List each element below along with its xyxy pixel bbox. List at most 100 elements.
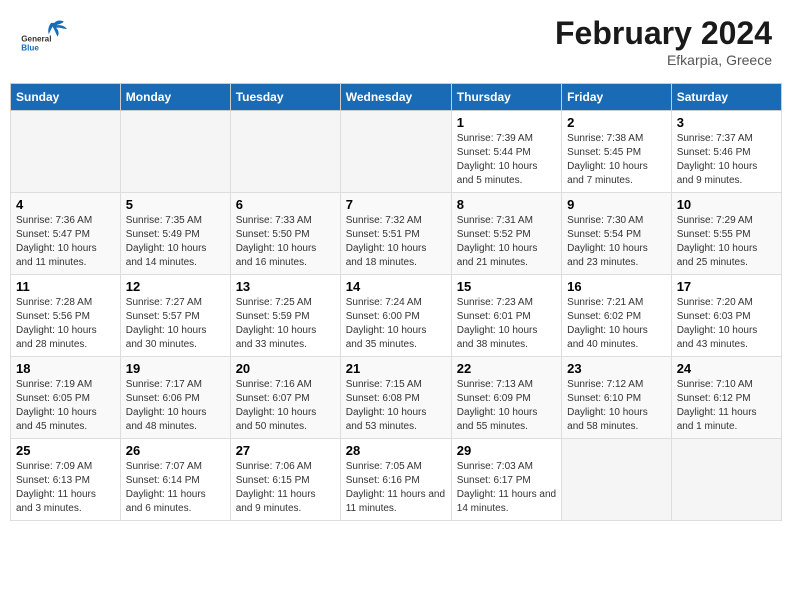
calendar-cell: 26 Sunrise: 7:07 AM Sunset: 6:14 PM Dayli… (120, 439, 230, 521)
calendar-cell: 16 Sunrise: 7:21 AM Sunset: 6:02 PM Dayli… (562, 275, 672, 357)
col-header-tuesday: Tuesday (230, 84, 340, 111)
calendar-body: 1 Sunrise: 7:39 AM Sunset: 5:44 PM Daylig… (11, 111, 782, 521)
calendar-cell (120, 111, 230, 193)
svg-text:Blue: Blue (21, 43, 39, 52)
calendar-cell (671, 439, 781, 521)
day-number: 21 (346, 361, 446, 376)
day-number: 26 (126, 443, 225, 458)
calendar-header: SundayMondayTuesdayWednesdayThursdayFrid… (11, 84, 782, 111)
col-header-friday: Friday (562, 84, 672, 111)
calendar-cell: 25 Sunrise: 7:09 AM Sunset: 6:13 PM Dayli… (11, 439, 121, 521)
day-info: Sunrise: 7:39 AM Sunset: 5:44 PM Dayligh… (457, 132, 556, 188)
day-number: 8 (457, 197, 556, 212)
day-info: Sunrise: 7:09 AM Sunset: 6:13 PM Dayligh… (16, 460, 115, 516)
day-number: 1 (457, 115, 556, 130)
day-number: 14 (346, 279, 446, 294)
calendar-cell: 5Sunrise: 7:35 AM Sunset: 5:49 PM Daylig… (120, 193, 230, 275)
day-number: 17 (677, 279, 776, 294)
day-info: Sunrise: 7:25 AM Sunset: 5:59 PM Dayligh… (236, 296, 335, 352)
calendar-cell: 12 Sunrise: 7:27 AM Sunset: 5:57 PM Dayli… (120, 275, 230, 357)
page-header: General Blue February 2024 Efkarpia, Gre… (10, 10, 782, 73)
day-number: 15 (457, 279, 556, 294)
day-number: 24 (677, 361, 776, 376)
day-info: Sunrise: 7:15 AM Sunset: 6:08 PM Dayligh… (346, 378, 446, 434)
day-number: 12 (126, 279, 225, 294)
day-info: Sunrise: 7:05 AM Sunset: 6:16 PM Dayligh… (346, 460, 446, 516)
calendar-cell: 8Sunrise: 7:31 AM Sunset: 5:52 PM Daylig… (451, 193, 561, 275)
calendar-cell: 6 Sunrise: 7:33 AM Sunset: 5:50 PM Daylig… (230, 193, 340, 275)
month-title: February 2024 (555, 15, 772, 52)
day-info: Sunrise: 7:16 AM Sunset: 6:07 PM Dayligh… (236, 378, 335, 434)
calendar-cell: 9Sunrise: 7:30 AM Sunset: 5:54 PM Daylig… (562, 193, 672, 275)
calendar-cell: 7Sunrise: 7:32 AM Sunset: 5:51 PM Daylig… (340, 193, 451, 275)
col-header-thursday: Thursday (451, 84, 561, 111)
day-number: 27 (236, 443, 335, 458)
day-info: Sunrise: 7:38 AM Sunset: 5:45 PM Dayligh… (567, 132, 666, 188)
logo: General Blue (20, 15, 70, 55)
week-row-1: 1 Sunrise: 7:39 AM Sunset: 5:44 PM Daylig… (11, 111, 782, 193)
calendar-cell: 20 Sunrise: 7:16 AM Sunset: 6:07 PM Dayli… (230, 357, 340, 439)
day-info: Sunrise: 7:10 AM Sunset: 6:12 PM Dayligh… (677, 378, 776, 434)
calendar-cell (340, 111, 451, 193)
calendar-cell: 3Sunrise: 7:37 AM Sunset: 5:46 PM Daylig… (671, 111, 781, 193)
calendar-table: SundayMondayTuesdayWednesdayThursdayFrid… (10, 83, 782, 521)
svg-text:General: General (21, 35, 51, 44)
calendar-cell: 11 Sunrise: 7:28 AM Sunset: 5:56 PM Dayli… (11, 275, 121, 357)
day-number: 11 (16, 279, 115, 294)
calendar-cell: 14 Sunrise: 7:24 AM Sunset: 6:00 PM Dayli… (340, 275, 451, 357)
title-area: February 2024 Efkarpia, Greece (555, 15, 772, 68)
col-header-saturday: Saturday (671, 84, 781, 111)
day-info: Sunrise: 7:28 AM Sunset: 5:56 PM Dayligh… (16, 296, 115, 352)
day-number: 29 (457, 443, 556, 458)
calendar-cell: 19 Sunrise: 7:17 AM Sunset: 6:06 PM Dayli… (120, 357, 230, 439)
calendar-cell (562, 439, 672, 521)
week-row-2: 4 Sunrise: 7:36 AM Sunset: 5:47 PM Daylig… (11, 193, 782, 275)
day-number: 20 (236, 361, 335, 376)
week-row-5: 25 Sunrise: 7:09 AM Sunset: 6:13 PM Dayli… (11, 439, 782, 521)
day-number: 6 (236, 197, 335, 212)
day-number: 2 (567, 115, 666, 130)
week-row-3: 11 Sunrise: 7:28 AM Sunset: 5:56 PM Dayli… (11, 275, 782, 357)
day-info: Sunrise: 7:06 AM Sunset: 6:15 PM Dayligh… (236, 460, 335, 516)
day-info: Sunrise: 7:24 AM Sunset: 6:00 PM Dayligh… (346, 296, 446, 352)
calendar-cell (11, 111, 121, 193)
day-info: Sunrise: 7:30 AM Sunset: 5:54 PM Dayligh… (567, 214, 666, 270)
day-info: Sunrise: 7:37 AM Sunset: 5:46 PM Dayligh… (677, 132, 776, 188)
day-number: 22 (457, 361, 556, 376)
calendar-cell: 2 Sunrise: 7:38 AM Sunset: 5:45 PM Daylig… (562, 111, 672, 193)
day-number: 13 (236, 279, 335, 294)
day-info: Sunrise: 7:27 AM Sunset: 5:57 PM Dayligh… (126, 296, 225, 352)
calendar-cell: 18Sunrise: 7:19 AM Sunset: 6:05 PM Dayli… (11, 357, 121, 439)
day-number: 19 (126, 361, 225, 376)
day-info: Sunrise: 7:36 AM Sunset: 5:47 PM Dayligh… (16, 214, 115, 270)
col-header-monday: Monday (120, 84, 230, 111)
col-header-sunday: Sunday (11, 84, 121, 111)
day-number: 28 (346, 443, 446, 458)
day-info: Sunrise: 7:19 AM Sunset: 6:05 PM Dayligh… (16, 378, 115, 434)
day-info: Sunrise: 7:32 AM Sunset: 5:51 PM Dayligh… (346, 214, 446, 270)
calendar-cell: 17Sunrise: 7:20 AM Sunset: 6:03 PM Dayli… (671, 275, 781, 357)
day-number: 25 (16, 443, 115, 458)
calendar-cell: 15Sunrise: 7:23 AM Sunset: 6:01 PM Dayli… (451, 275, 561, 357)
calendar-cell: 22Sunrise: 7:13 AM Sunset: 6:09 PM Dayli… (451, 357, 561, 439)
day-info: Sunrise: 7:17 AM Sunset: 6:06 PM Dayligh… (126, 378, 225, 434)
day-info: Sunrise: 7:33 AM Sunset: 5:50 PM Dayligh… (236, 214, 335, 270)
day-info: Sunrise: 7:21 AM Sunset: 6:02 PM Dayligh… (567, 296, 666, 352)
calendar-cell: 10Sunrise: 7:29 AM Sunset: 5:55 PM Dayli… (671, 193, 781, 275)
day-number: 23 (567, 361, 666, 376)
calendar-cell: 1 Sunrise: 7:39 AM Sunset: 5:44 PM Daylig… (451, 111, 561, 193)
day-info: Sunrise: 7:07 AM Sunset: 6:14 PM Dayligh… (126, 460, 225, 516)
location-subtitle: Efkarpia, Greece (555, 52, 772, 68)
week-row-4: 18Sunrise: 7:19 AM Sunset: 6:05 PM Dayli… (11, 357, 782, 439)
calendar-cell: 21 Sunrise: 7:15 AM Sunset: 6:08 PM Dayli… (340, 357, 451, 439)
calendar-cell: 29 Sunrise: 7:03 AM Sunset: 6:17 PM Dayli… (451, 439, 561, 521)
day-number: 4 (16, 197, 115, 212)
day-info: Sunrise: 7:12 AM Sunset: 6:10 PM Dayligh… (567, 378, 666, 434)
day-number: 10 (677, 197, 776, 212)
day-number: 5 (126, 197, 225, 212)
calendar-cell (230, 111, 340, 193)
calendar-cell: 27 Sunrise: 7:06 AM Sunset: 6:15 PM Dayli… (230, 439, 340, 521)
day-number: 16 (567, 279, 666, 294)
calendar-cell: 13 Sunrise: 7:25 AM Sunset: 5:59 PM Dayli… (230, 275, 340, 357)
day-info: Sunrise: 7:03 AM Sunset: 6:17 PM Dayligh… (457, 460, 556, 516)
